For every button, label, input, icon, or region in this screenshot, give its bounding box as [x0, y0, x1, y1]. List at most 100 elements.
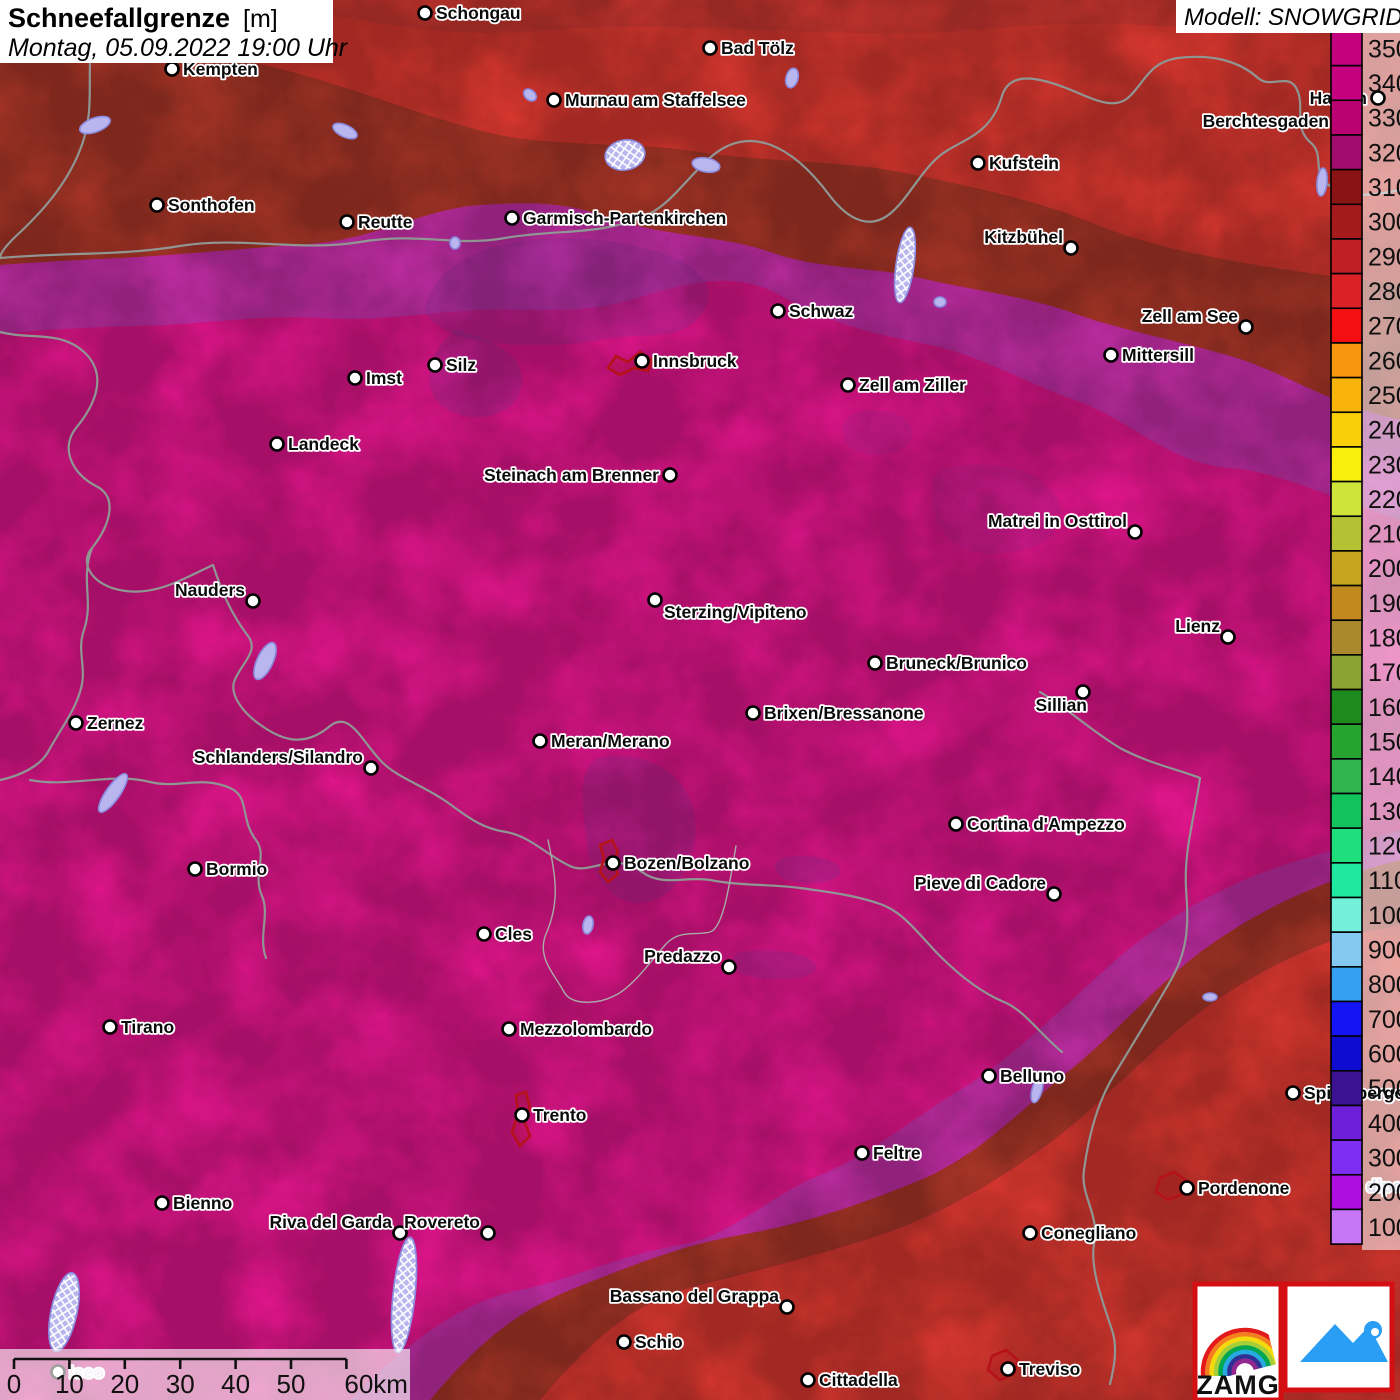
scalebar-label: 40 — [221, 1369, 250, 1399]
city: Conegliano — [1022, 1221, 1138, 1245]
colorbar-box — [1330, 862, 1363, 899]
colorbar-label: 2500 — [1368, 382, 1400, 410]
city-label: Riva del Garda — [269, 1212, 392, 1232]
city-label: Mittersill — [1122, 345, 1194, 365]
city-label: Bozen/Bolzano — [624, 853, 749, 873]
city-label: Imst — [366, 368, 402, 388]
colorbar-label: 3500 — [1368, 35, 1400, 63]
city-marker — [501, 1021, 517, 1037]
city-marker — [480, 1225, 496, 1241]
city-label: Schongau — [436, 3, 521, 23]
city-label: Cortina d'Ampezzo — [967, 814, 1125, 834]
city: Berchtesgaden — [1201, 109, 1348, 133]
colorbar-box — [1330, 723, 1363, 760]
city-marker — [616, 1334, 632, 1350]
colorbar-box — [1330, 619, 1363, 656]
model-label: Modell: SNOWGRID — [1184, 4, 1400, 31]
city: Silz — [427, 353, 478, 377]
colorbar-box — [1330, 307, 1363, 344]
colorbar-label: 2000 — [1368, 555, 1400, 583]
colorbar-label: 700 — [1368, 1006, 1400, 1034]
city: Bruneck/Brunico — [867, 651, 1029, 675]
city-marker — [546, 92, 562, 108]
colorbar-label: 100 — [1368, 1214, 1400, 1242]
colorbar-label: 1900 — [1368, 590, 1400, 618]
colorbar-label: 1500 — [1368, 729, 1400, 757]
colorbar-label: 1700 — [1368, 659, 1400, 687]
city-marker — [1022, 1225, 1038, 1241]
city-marker — [745, 705, 761, 721]
colorbar-label: 2800 — [1368, 278, 1400, 306]
city-label: Cles — [495, 924, 532, 944]
city-label: Berchtesgaden — [1203, 111, 1329, 131]
city-marker — [417, 5, 433, 21]
colorbar-box — [1330, 931, 1363, 968]
colorbar-box — [1330, 64, 1363, 102]
city-label: Garmisch-Partenkirchen — [523, 208, 726, 228]
city-label: Kitzbühel — [984, 227, 1063, 247]
city-label: Bruneck/Brunico — [886, 653, 1027, 673]
map-title: Schneefallgrenze — [8, 3, 230, 33]
city-marker — [1127, 524, 1143, 540]
city-marker — [779, 1299, 795, 1315]
city-marker — [634, 353, 650, 369]
city-label: Pordenone — [1198, 1178, 1290, 1198]
city-marker — [1000, 1361, 1016, 1377]
city-label: Lienz — [1175, 616, 1220, 636]
city-marker — [514, 1107, 530, 1123]
colorbar-box — [1330, 1139, 1363, 1176]
colorbar-box — [1330, 99, 1363, 136]
colorbar-label: 3300 — [1368, 105, 1400, 133]
city-label: Landeck — [288, 434, 359, 454]
colorbar-label: 1300 — [1368, 798, 1400, 826]
colorbar-label: 2100 — [1368, 521, 1400, 549]
colorbar-box — [1330, 827, 1363, 864]
colorbar-label: 2700 — [1368, 313, 1400, 341]
city-marker — [948, 816, 964, 832]
city: Schio — [616, 1330, 684, 1354]
scalebar-label: 50 — [277, 1369, 306, 1399]
city-label: Pieve di Cadore — [915, 873, 1047, 893]
city-marker — [840, 377, 856, 393]
mountain-curl-inner — [1371, 1328, 1379, 1336]
colorbar-box — [1330, 238, 1363, 275]
colorbar-label: 3100 — [1368, 174, 1400, 202]
colorbar-label: 800 — [1368, 971, 1400, 999]
lake — [933, 296, 947, 308]
city-marker — [854, 1145, 870, 1161]
city-label: Treviso — [1019, 1359, 1080, 1379]
weather-map-page: Schongau Bad Tölz Kempten Murnau am Staffel… — [0, 0, 1400, 1400]
city-marker — [702, 40, 718, 56]
title-box: Schneefallgrenze [m] Montag, 05.09.2022 … — [0, 0, 349, 63]
city-marker — [605, 855, 621, 871]
model-box: Modell: SNOWGRID — [1176, 0, 1400, 33]
city-label: Silz — [446, 355, 476, 375]
city: Steinach am Brenner — [482, 463, 678, 487]
city-marker — [245, 593, 261, 609]
city-label: Schwaz — [789, 301, 853, 321]
city-marker — [427, 357, 443, 373]
colorbar-box — [1330, 550, 1363, 587]
scalebar-label: 60km — [344, 1369, 408, 1399]
city-label: Predazzo — [644, 946, 721, 966]
colorbar-label: 300 — [1368, 1144, 1400, 1172]
city-label: Schio — [635, 1332, 683, 1352]
colorbar-box — [1330, 376, 1363, 414]
city-label: Bienno — [173, 1193, 232, 1213]
colorbar-label: 1800 — [1368, 625, 1400, 653]
city: Cles — [476, 922, 534, 946]
city-marker — [1103, 347, 1119, 363]
city-label: Zernez — [87, 713, 144, 733]
city-label: Sillian — [1035, 695, 1087, 715]
scalebar-label: 30 — [166, 1369, 195, 1399]
city-label: Tirano — [121, 1017, 174, 1037]
city-label: Cittadella — [819, 1370, 898, 1390]
colorbar-label: 3400 — [1368, 70, 1400, 98]
city: Murnau am Staffelsee — [546, 88, 748, 112]
city-marker — [662, 467, 678, 483]
colorbar-box — [1330, 1035, 1363, 1072]
colorbar-box — [1330, 480, 1363, 518]
colorbar-label: 200 — [1368, 1179, 1400, 1207]
colorbar-box — [1330, 30, 1363, 67]
zamg-logo-text: ZAMG — [1196, 1370, 1279, 1400]
